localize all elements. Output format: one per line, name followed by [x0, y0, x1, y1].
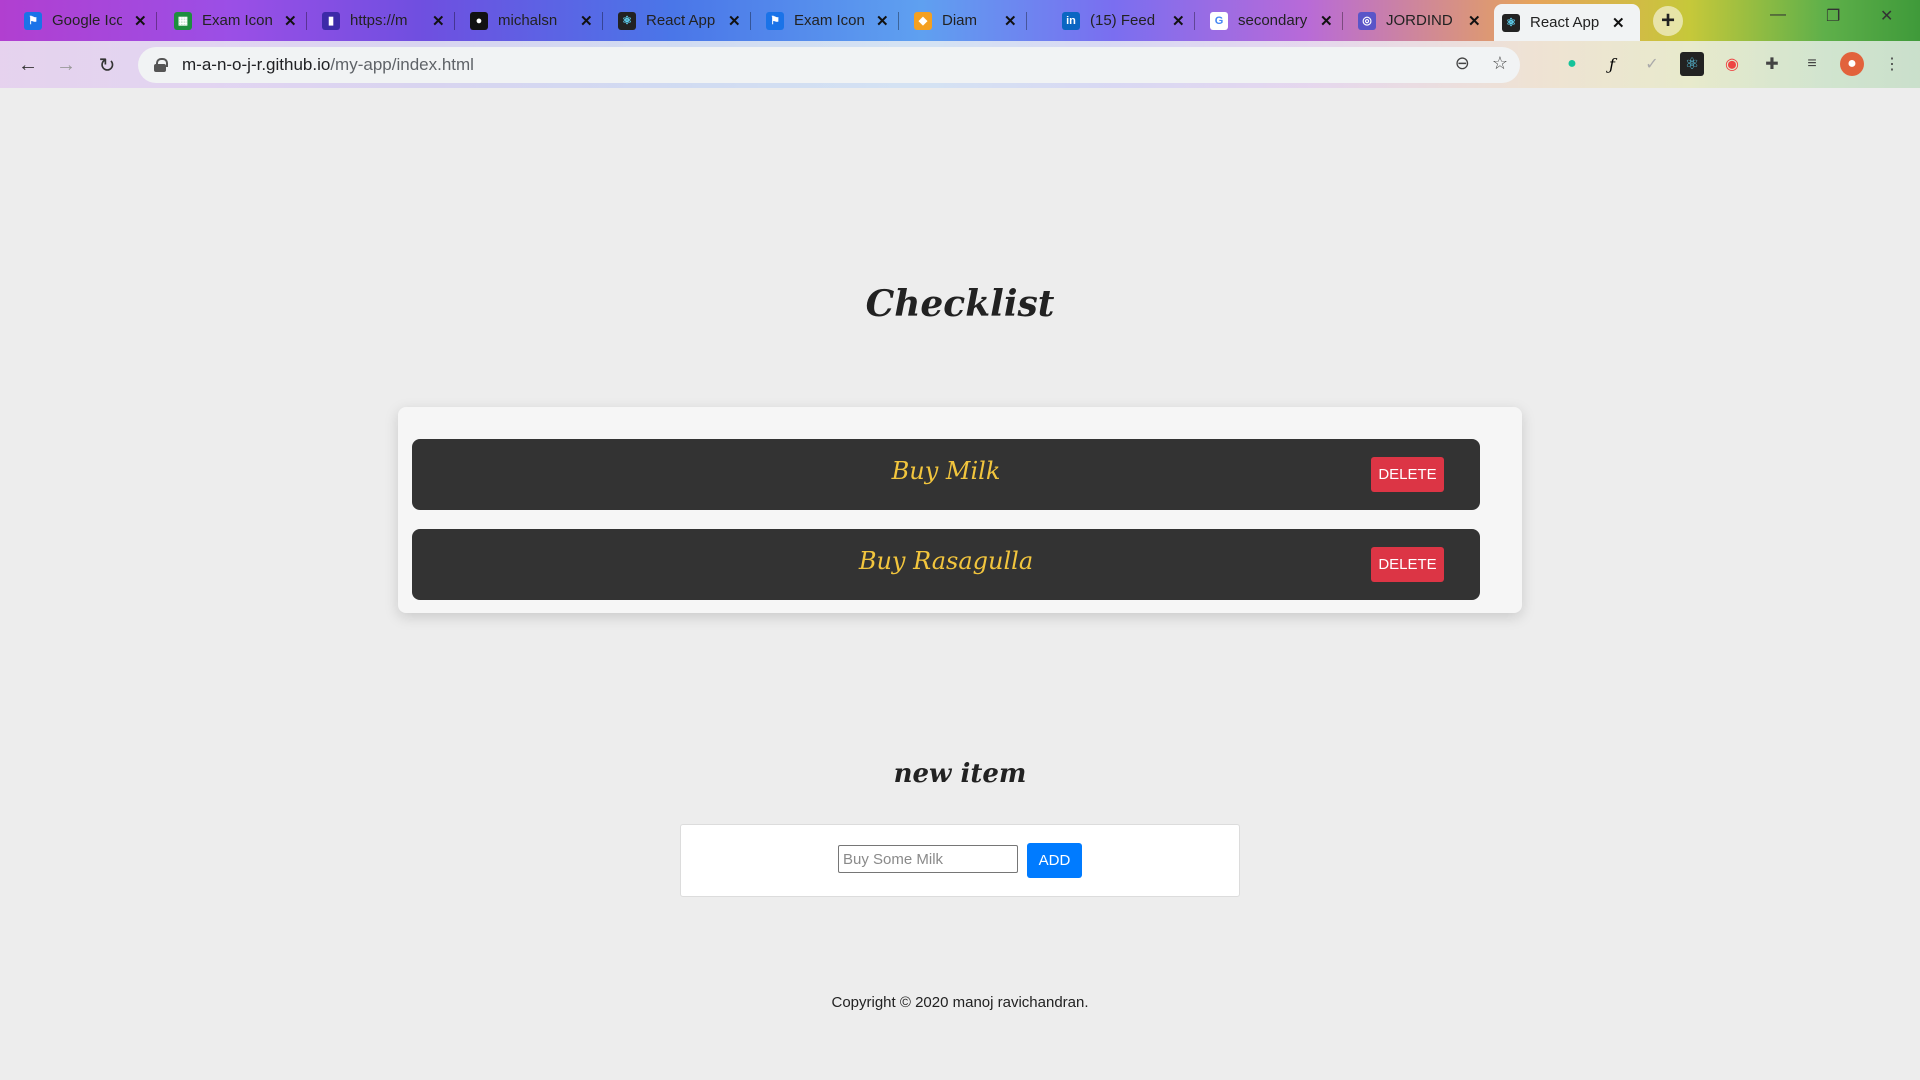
react-icon: ⚛: [618, 11, 636, 30]
grammarly-icon[interactable]: ●: [1560, 52, 1584, 76]
flag-icon: ⚑: [24, 11, 42, 30]
close-tab-icon[interactable]: ✕: [432, 12, 445, 30]
github-icon: ●: [470, 11, 488, 30]
google-icon: G: [1210, 11, 1228, 30]
tab-google-icons[interactable]: ⚑ Google Ico ✕: [16, 4, 157, 37]
add-button[interactable]: ADD: [1027, 843, 1082, 878]
item-text: Buy Rasagulla: [858, 547, 1034, 575]
browser-toolbar: ← → ↻ m-a-n-o-j-r.github.io/my-app/index…: [0, 41, 1920, 88]
tab-github[interactable]: ● michalsn ✕: [462, 4, 603, 37]
close-tab-icon[interactable]: ✕: [1612, 14, 1625, 32]
new-tab-button[interactable]: +: [1653, 6, 1683, 36]
check-icon[interactable]: ✓: [1640, 52, 1664, 76]
close-tab-icon[interactable]: ✕: [1320, 12, 1333, 30]
close-tab-icon[interactable]: ✕: [1004, 12, 1017, 30]
globe-icon: ◎: [1358, 11, 1376, 30]
tab-url[interactable]: ▮ https://m ✕: [314, 4, 455, 37]
list-item: Buy Milk DELETE: [412, 439, 1480, 510]
extensions-icon[interactable]: ✚: [1760, 52, 1784, 76]
new-item-input[interactable]: [838, 845, 1018, 873]
linkedin-icon: in: [1062, 11, 1080, 30]
close-tab-icon[interactable]: ✕: [580, 12, 593, 30]
formula-icon[interactable]: ƒ: [1600, 52, 1624, 76]
delete-button[interactable]: DELETE: [1371, 457, 1444, 492]
list-item: Buy Rasagulla DELETE: [412, 529, 1480, 600]
tab-exam-icon[interactable]: ▦ Exam Icon ✕: [166, 4, 307, 37]
reload-icon[interactable]: ↻: [93, 51, 121, 79]
tab-google-search[interactable]: G secondary ✕: [1202, 4, 1343, 37]
tab-react-app[interactable]: ⚛ React App ✕: [610, 4, 751, 37]
diamond-icon: ◆: [914, 11, 932, 30]
browser-chrome: ⚑ Google Ico ✕ ▦ Exam Icon ✕ ▮ https://m…: [0, 0, 1920, 88]
back-icon[interactable]: ←: [14, 51, 42, 79]
flag-icon: ⚑: [766, 11, 784, 30]
page-title: Checklist: [865, 283, 1055, 325]
address-bar[interactable]: m-a-n-o-j-r.github.io/my-app/index.html …: [138, 47, 1520, 83]
react-devtools-icon[interactable]: ⚛: [1680, 52, 1704, 76]
new-item-form: ADD: [680, 824, 1240, 897]
close-window-icon[interactable]: ✕: [1880, 6, 1893, 26]
delete-button[interactable]: DELETE: [1371, 547, 1444, 582]
react-icon: ⚛: [1502, 13, 1520, 32]
tab-diamond[interactable]: ◆ Diam ✕: [906, 4, 1027, 37]
tab-exam-icon-2[interactable]: ⚑ Exam Icon ✕: [758, 4, 899, 37]
tab-strip: ⚑ Google Ico ✕ ▦ Exam Icon ✕ ▮ https://m…: [0, 0, 1920, 41]
forward-icon[interactable]: →: [52, 51, 80, 79]
close-tab-icon[interactable]: ✕: [1172, 12, 1185, 30]
checklist-card: Buy Milk DELETE Buy Rasagulla DELETE: [398, 407, 1522, 613]
close-tab-icon[interactable]: ✕: [134, 12, 147, 30]
tab-react-app-active[interactable]: ⚛ React App ✕: [1494, 4, 1640, 41]
chart-icon: ▮: [322, 11, 340, 30]
tab-linkedin[interactable]: in (15) Feed ✕: [1054, 4, 1195, 37]
close-tab-icon[interactable]: ✕: [876, 12, 889, 30]
close-tab-icon[interactable]: ✕: [284, 12, 297, 30]
url-text[interactable]: m-a-n-o-j-r.github.io/my-app/index.html: [182, 55, 474, 75]
color-picker-icon[interactable]: ◉: [1720, 52, 1744, 76]
close-tab-icon[interactable]: ✕: [1468, 12, 1481, 30]
footer-copyright: Copyright © 2020 manoj ravichandran.: [831, 994, 1089, 1011]
reading-list-icon[interactable]: ≡: [1800, 52, 1824, 76]
page-content: Checklist Buy Milk DELETE Buy Rasagulla …: [0, 88, 1920, 1080]
sheet-icon: ▦: [174, 11, 192, 30]
tab-jordind[interactable]: ◎ JORDIND ✕: [1350, 4, 1489, 37]
bookmark-star-icon[interactable]: ☆: [1492, 53, 1508, 74]
item-text: Buy Milk: [891, 457, 1001, 485]
lock-icon: [154, 58, 168, 72]
zoom-icon[interactable]: ⊖: [1455, 53, 1470, 74]
avatar[interactable]: ●: [1840, 52, 1864, 76]
menu-kebab-icon[interactable]: ⋮: [1880, 52, 1904, 76]
minimize-icon[interactable]: —: [1770, 6, 1786, 24]
restore-icon[interactable]: ❐: [1826, 6, 1840, 26]
new-item-heading: new item: [893, 759, 1027, 789]
close-tab-icon[interactable]: ✕: [728, 12, 741, 30]
